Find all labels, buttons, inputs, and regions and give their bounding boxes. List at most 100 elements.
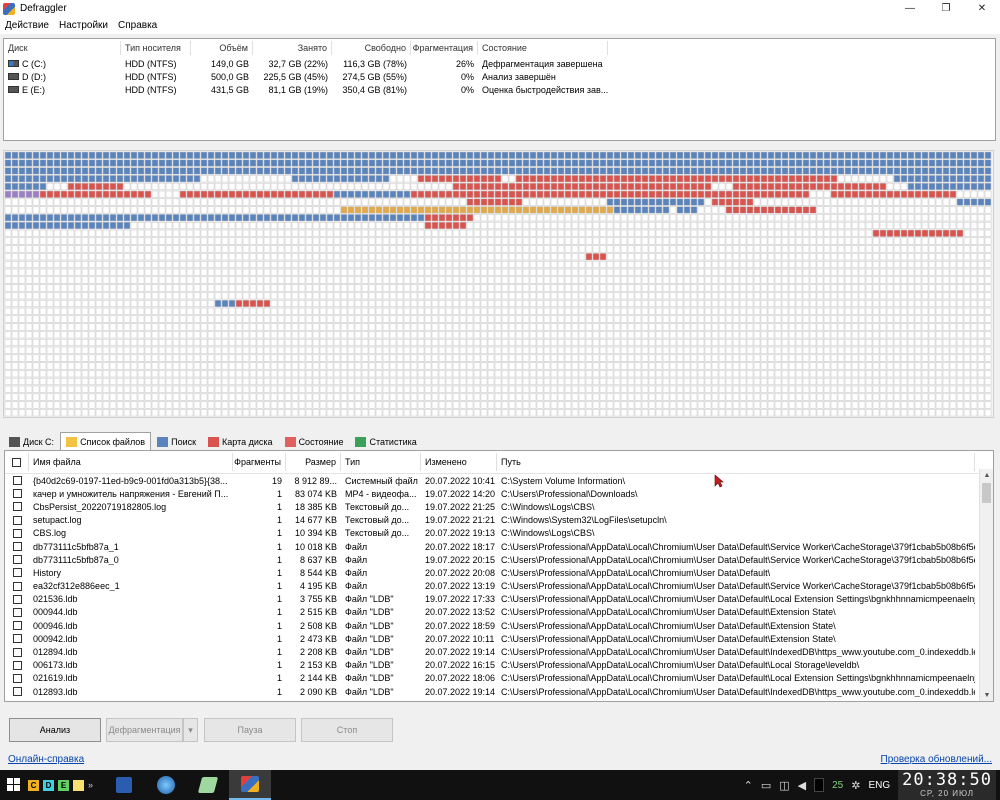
disk-block-free: [641, 393, 649, 401]
file-checkbox[interactable]: [12, 568, 22, 578]
file-row[interactable]: setupact.log 1 14 677 KB Текстовый до... 19.…: [5, 514, 993, 527]
file-row[interactable]: db773111c5bfb87a_1 1 10 018 KB Файл 20.07.20…: [5, 540, 993, 553]
column-size[interactable]: Размер: [286, 453, 341, 471]
disk-block-free: [354, 385, 362, 393]
file-checkbox[interactable]: [12, 489, 22, 499]
drive-row[interactable]: E (E:) HDD (NTFS) 431,5 GB 81,1 GB (19%) 350…: [4, 83, 995, 96]
disk-block-free: [382, 323, 390, 331]
disk-block-fragmented: [725, 206, 733, 214]
column-fragments[interactable]: Фрагменты: [233, 453, 286, 471]
disk-block-free: [501, 276, 509, 284]
disk-block-free: [452, 354, 460, 362]
column-type[interactable]: Тип: [341, 453, 421, 471]
file-checkbox[interactable]: [12, 647, 22, 657]
disk-block-free: [620, 338, 628, 347]
column-free[interactable]: Свободно: [332, 41, 411, 55]
disk-block-used: [207, 159, 215, 167]
minimize-button[interactable]: —: [892, 0, 928, 17]
file-row[interactable]: 021536.ldb 1 3 755 KB Файл "LDB" 19.07.2022 …: [5, 593, 993, 606]
maximize-button[interactable]: ❐: [928, 0, 964, 17]
disk-block-free: [648, 393, 656, 401]
file-checkbox[interactable]: [12, 542, 22, 552]
file-row[interactable]: 012894.ldb 1 2 208 KB Файл "LDB" 20.07.2022 …: [5, 645, 993, 658]
disk-block-free: [606, 393, 614, 401]
column-size[interactable]: Объём: [191, 41, 253, 55]
file-checkbox[interactable]: [12, 621, 22, 631]
file-checkbox[interactable]: [12, 476, 22, 486]
disk-block-mft: [18, 190, 26, 198]
file-row[interactable]: {b40d2c69-0197-11ed-b9c9-001fd0a313b5}{3…: [5, 474, 993, 487]
column-modified[interactable]: Изменено: [421, 453, 497, 471]
drive-row[interactable]: D (D:) HDD (NTFS) 500,0 GB 225,5 GB (45%) 27…: [4, 70, 995, 83]
disk-block-free: [767, 331, 775, 339]
disk-block-free: [179, 268, 187, 276]
tab-3[interactable]: Карта диска: [202, 434, 279, 450]
disk-block-free: [767, 385, 775, 393]
disk-block-free: [494, 276, 502, 284]
file-checkbox[interactable]: [12, 607, 22, 617]
disk-block-free: [39, 268, 47, 276]
file-checkbox[interactable]: [12, 594, 22, 604]
file-row[interactable]: 000942.ldb 1 2 473 KB Файл "LDB" 20.07.2022 …: [5, 632, 993, 645]
file-row[interactable]: CbsPersist_20220719182805.log 1 18 385 KB Т…: [5, 500, 993, 513]
column-used[interactable]: Занято: [253, 41, 332, 55]
file-row[interactable]: 000944.ldb 1 2 515 KB Файл "LDB" 20.07.2022 …: [5, 606, 993, 619]
file-row[interactable]: CBS.log 1 10 394 KB Текстовый до... 20.07.20…: [5, 527, 993, 540]
disk-block-used: [277, 159, 285, 167]
column-file-name[interactable]: Имя файла: [29, 453, 233, 471]
disk-block-free: [53, 182, 61, 191]
disk-block-used: [718, 151, 726, 159]
drive-row[interactable]: C (C:) HDD (NTFS) 149,0 GB 32,7 GB (22%) 116…: [4, 57, 995, 70]
disk-block-used: [557, 159, 565, 167]
column-path[interactable]: Путь: [497, 453, 975, 471]
disk-block-free: [921, 245, 929, 253]
disk-block-free: [508, 214, 516, 222]
disk-block-free: [249, 377, 257, 386]
column-fragmentation[interactable]: Фрагментация: [411, 41, 478, 55]
disk-block-free: [669, 393, 677, 401]
file-row[interactable]: качер и умножитель напряжения - Евгений …: [5, 487, 993, 500]
disk-block-free: [746, 338, 754, 347]
menu-action[interactable]: Действие: [0, 20, 54, 31]
disk-block-free: [67, 409, 75, 417]
disk-block-free: [403, 237, 411, 245]
disk-block-free: [249, 370, 257, 378]
disk-block-free: [11, 393, 19, 401]
disk-block-fragmented: [179, 190, 187, 198]
file-row[interactable]: db773111c5bfb87a_0 1 8 637 KB Файл 19.07.202…: [5, 553, 993, 566]
column-media-type[interactable]: Тип носителя: [121, 41, 191, 55]
file-row[interactable]: 000946.ldb 1 2 508 KB Файл "LDB" 20.07.2022 …: [5, 619, 993, 632]
disk-block-free: [592, 276, 600, 284]
menu-settings[interactable]: Настройки: [54, 20, 113, 31]
file-checkbox[interactable]: [12, 581, 22, 591]
tab-4[interactable]: Состояние: [279, 434, 350, 450]
file-row[interactable]: ea32cf312e886eec_1 1 4 195 KB Файл 20.07.202…: [5, 580, 993, 593]
file-checkbox[interactable]: [12, 515, 22, 525]
file-checkbox[interactable]: [12, 555, 22, 565]
tab-2[interactable]: Поиск: [151, 434, 202, 450]
disk-block-free: [648, 237, 656, 245]
tab-1[interactable]: Список файлов: [60, 432, 152, 450]
menu-help[interactable]: Справка: [113, 20, 162, 31]
file-checkbox[interactable]: [12, 528, 22, 538]
tab-5[interactable]: Статистика: [349, 434, 422, 450]
disk-block-free: [361, 229, 369, 237]
disk-block-free: [781, 198, 789, 206]
disk-block-free: [886, 323, 894, 331]
disk-block-free: [739, 299, 747, 308]
disk-block-free: [739, 409, 747, 417]
disk-block-used: [67, 159, 75, 167]
tab-0[interactable]: Диск C:: [3, 434, 60, 450]
file-row[interactable]: History 1 8 544 KB Файл 20.07.2022 20:08 C:\U…: [5, 566, 993, 579]
column-state[interactable]: Состояние: [478, 41, 608, 55]
disk-block-free: [683, 260, 691, 269]
select-all-checkbox[interactable]: [12, 457, 21, 467]
disk-block-used: [95, 221, 103, 230]
disk-block-used: [368, 159, 376, 167]
column-disk[interactable]: Диск: [4, 41, 121, 55]
close-button[interactable]: ✕: [964, 0, 1000, 17]
disk-block-used: [312, 175, 320, 183]
file-checkbox[interactable]: [12, 634, 22, 644]
disk-block-free: [830, 393, 838, 401]
file-checkbox[interactable]: [12, 502, 22, 512]
